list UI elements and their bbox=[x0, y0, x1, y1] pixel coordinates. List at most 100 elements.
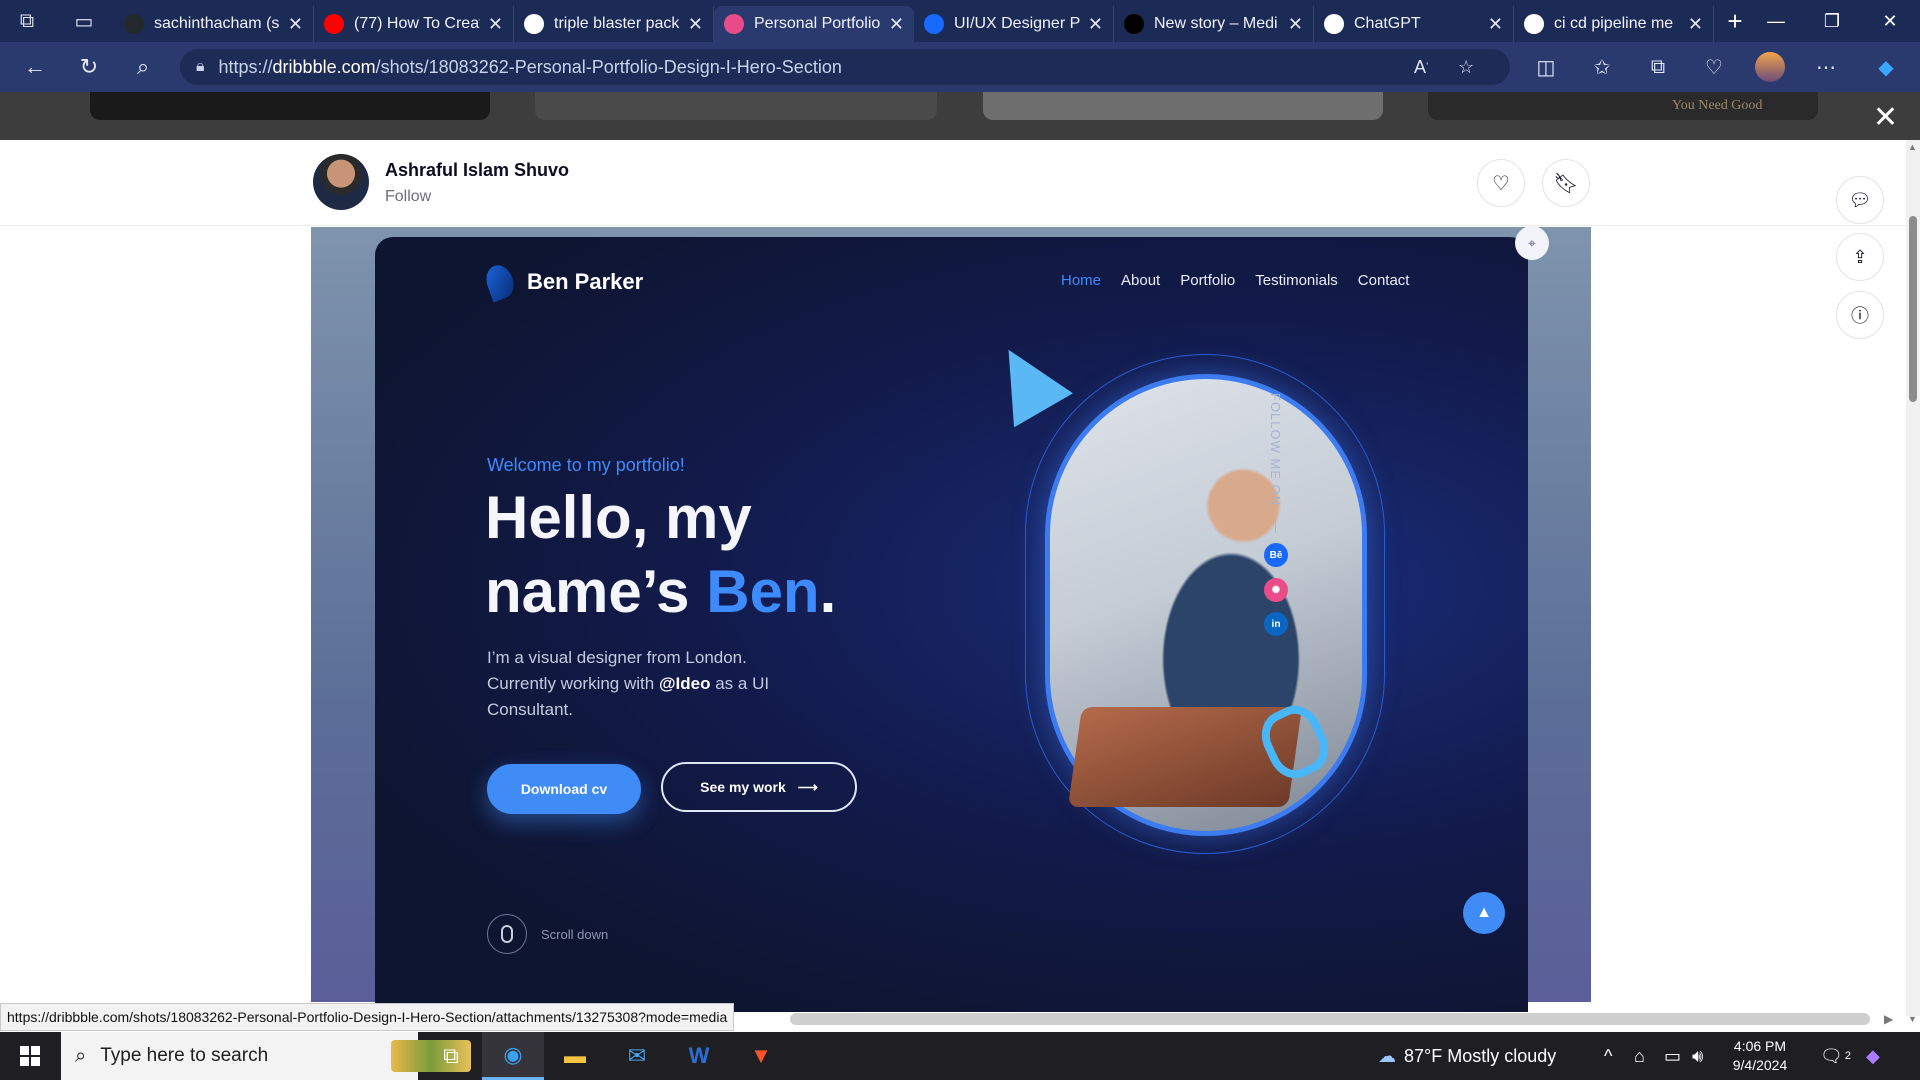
author-avatar[interactable] bbox=[313, 154, 369, 210]
vertical-scrollbar-thumb[interactable] bbox=[1909, 216, 1917, 402]
browser-tab[interactable]: ChatGPT ✕ bbox=[1314, 6, 1514, 42]
dribbble-icon bbox=[724, 14, 744, 34]
comments-button[interactable]: 💬︎ bbox=[1836, 176, 1884, 224]
notifications-icon[interactable]: 🗨︎ 2 bbox=[1820, 1032, 1851, 1080]
browser-tab[interactable]: sachinthacham (s ✕ bbox=[114, 6, 314, 42]
split-screen-icon[interactable]: ◫ bbox=[1531, 52, 1561, 82]
close-tab-icon[interactable]: ✕ bbox=[1488, 14, 1503, 35]
close-tab-icon[interactable]: ✕ bbox=[488, 14, 503, 35]
favorites-icon[interactable]: ✩ bbox=[1587, 52, 1617, 82]
browser-essentials-icon[interactable]: ♡ bbox=[1699, 52, 1729, 82]
close-tab-icon[interactable]: ✕ bbox=[1088, 14, 1103, 35]
volume-icon[interactable]: 🔊︎ bbox=[1692, 1032, 1703, 1080]
hero-nav-item: Contact bbox=[1357, 272, 1410, 289]
youtube-icon bbox=[324, 14, 344, 34]
weather-widget[interactable]: ☁ 87°F Mostly cloudy bbox=[1378, 1032, 1556, 1080]
close-tab-icon[interactable]: ✕ bbox=[1288, 14, 1303, 35]
tab-title: UI/UX Designer P bbox=[954, 15, 1080, 32]
refresh-button[interactable]: ↻ bbox=[62, 42, 116, 92]
favorite-star-icon[interactable]: ☆ bbox=[1458, 49, 1474, 85]
social-badge: in bbox=[1264, 612, 1288, 636]
close-tab-icon[interactable]: ✕ bbox=[688, 14, 703, 35]
hero-brand: Ben Parker bbox=[527, 269, 644, 294]
lock-icon[interactable]: 🔒︎ bbox=[196, 58, 205, 76]
browser-tab[interactable]: New story – Medi ✕ bbox=[1114, 6, 1314, 42]
mail-icon[interactable]: ✉ bbox=[606, 1032, 668, 1080]
visual-search-icon[interactable]: ⌖ bbox=[1515, 226, 1549, 260]
vertical-scrollbar[interactable]: ▲ ▼ bbox=[1906, 140, 1920, 1024]
clock[interactable]: 4:06 PM 9/4/2024 bbox=[1710, 1037, 1810, 1075]
scroll-up-arrow-icon[interactable]: ▲ bbox=[1908, 142, 1917, 152]
tab-title: ChatGPT bbox=[1354, 15, 1421, 32]
profile-avatar[interactable] bbox=[1755, 52, 1785, 82]
restore-button[interactable]: ❐ bbox=[1804, 0, 1860, 42]
share-icon: ⇪ bbox=[1852, 246, 1868, 267]
hero-logo: Ben Parker bbox=[481, 261, 644, 303]
background-shot-card[interactable] bbox=[983, 92, 1383, 120]
share-button[interactable]: ⇪ bbox=[1836, 233, 1884, 281]
meet-now-icon[interactable]: ⌂ bbox=[1634, 1032, 1645, 1080]
clock-date: 9/4/2024 bbox=[1732, 1057, 1788, 1073]
task-view-icon[interactable]: ⧉ bbox=[420, 1032, 482, 1080]
close-tab-icon[interactable]: ✕ bbox=[1688, 14, 1703, 35]
hidden-icons-chevron-icon[interactable]: ^ bbox=[1604, 1032, 1612, 1080]
see-my-work-button: See my work ⟶ bbox=[661, 762, 857, 812]
url-field[interactable]: 🔒︎ https://dribbble.com/shots/18083262-P… bbox=[180, 49, 1510, 85]
scroll-down-label: Scroll down bbox=[541, 926, 609, 942]
background-shot-card[interactable] bbox=[90, 92, 490, 120]
scroll-right-arrow-icon[interactable]: ▶ bbox=[1884, 1012, 1893, 1026]
windows-logo-icon bbox=[20, 1046, 40, 1066]
headline-suffix: . bbox=[819, 558, 837, 625]
copilot-taskbar-icon[interactable]: ◆ bbox=[1866, 1032, 1880, 1080]
arrow-right-icon: ⟶ bbox=[797, 778, 818, 795]
copilot-icon[interactable]: ◆ bbox=[1871, 52, 1901, 82]
tab-title: (77) How To Creat bbox=[354, 15, 480, 32]
taskbar-search[interactable]: ⌕ Type here to search bbox=[61, 1032, 471, 1080]
headline-line-2: name’s Ben. bbox=[485, 557, 836, 626]
edge-app-icon[interactable]: ◉ bbox=[482, 1032, 544, 1080]
browser-tab[interactable]: triple blaster pack ✕ bbox=[514, 6, 714, 42]
close-tab-icon[interactable]: ✕ bbox=[889, 14, 904, 35]
browser-tab[interactable]: Personal Portfolio ✕ bbox=[714, 6, 914, 42]
address-bar: ← ↻ ⌕ 🔒︎ https://dribbble.com/shots/1808… bbox=[0, 42, 1920, 92]
browser-tab[interactable]: (77) How To Creat ✕ bbox=[314, 6, 514, 42]
behance-icon bbox=[924, 14, 944, 34]
heart-icon: ♡ bbox=[1492, 172, 1510, 195]
background-shot-card[interactable]: You Need Good bbox=[1428, 92, 1818, 120]
collections-icon[interactable]: ⧉ bbox=[1643, 52, 1673, 82]
search-icon[interactable]: ⌕ bbox=[116, 42, 170, 92]
minimize-button[interactable]: — bbox=[1748, 0, 1804, 42]
hero-section: Ben Parker Home About Portfolio Testimonial… bbox=[375, 237, 1528, 1012]
battery-icon[interactable]: ▭ bbox=[1664, 1032, 1681, 1080]
more-options-icon[interactable]: ⋯ bbox=[1811, 52, 1841, 82]
save-button[interactable]: 🔖︎ bbox=[1542, 159, 1590, 207]
start-button[interactable] bbox=[0, 1032, 60, 1080]
like-button[interactable]: ♡ bbox=[1477, 159, 1525, 207]
hero-nav-item: Home bbox=[1061, 272, 1102, 289]
follow-me-label: FOLLOW ME ON bbox=[1268, 393, 1283, 507]
github-icon bbox=[124, 14, 144, 34]
browser-tab[interactable]: UI/UX Designer P ✕ bbox=[914, 6, 1114, 42]
tab-title: Personal Portfolio bbox=[754, 15, 881, 32]
info-button[interactable]: ⓘ bbox=[1836, 291, 1884, 339]
tab-actions-icon[interactable]: ▭ bbox=[54, 0, 114, 42]
scroll-down-arrow-icon[interactable]: ▼ bbox=[1908, 1014, 1917, 1024]
brave-icon[interactable]: ▼ bbox=[730, 1032, 792, 1080]
word-icon[interactable]: W bbox=[668, 1032, 730, 1080]
close-tab-icon[interactable]: ✕ bbox=[288, 14, 303, 35]
shot-image[interactable]: Ben Parker Home About Portfolio Testimonial… bbox=[311, 227, 1591, 1012]
browser-tab[interactable]: ci cd pipeline me ✕ bbox=[1514, 6, 1714, 42]
logo-mark-icon bbox=[481, 261, 519, 303]
back-button[interactable]: ← bbox=[8, 42, 62, 92]
author-name[interactable]: Ashraful Islam Shuvo bbox=[385, 160, 569, 181]
follow-link[interactable]: Follow bbox=[385, 188, 431, 206]
tab-strip: ⧉ ▭ sachinthacham (s ✕ (77) How To Creat ✕ t… bbox=[0, 0, 1920, 42]
file-explorer-icon[interactable]: ▬ bbox=[544, 1032, 606, 1080]
horizontal-scrollbar[interactable] bbox=[790, 1013, 1870, 1025]
welcome-text: Welcome to my portfolio! bbox=[487, 455, 685, 475]
workspaces-icon[interactable]: ⧉ bbox=[0, 0, 54, 42]
close-window-button[interactable]: ✕ bbox=[1862, 0, 1918, 42]
read-aloud-icon[interactable]: Aʼ bbox=[1414, 49, 1428, 85]
close-modal-icon[interactable]: ✕ bbox=[1873, 100, 1898, 135]
background-shot-card[interactable] bbox=[535, 92, 937, 120]
